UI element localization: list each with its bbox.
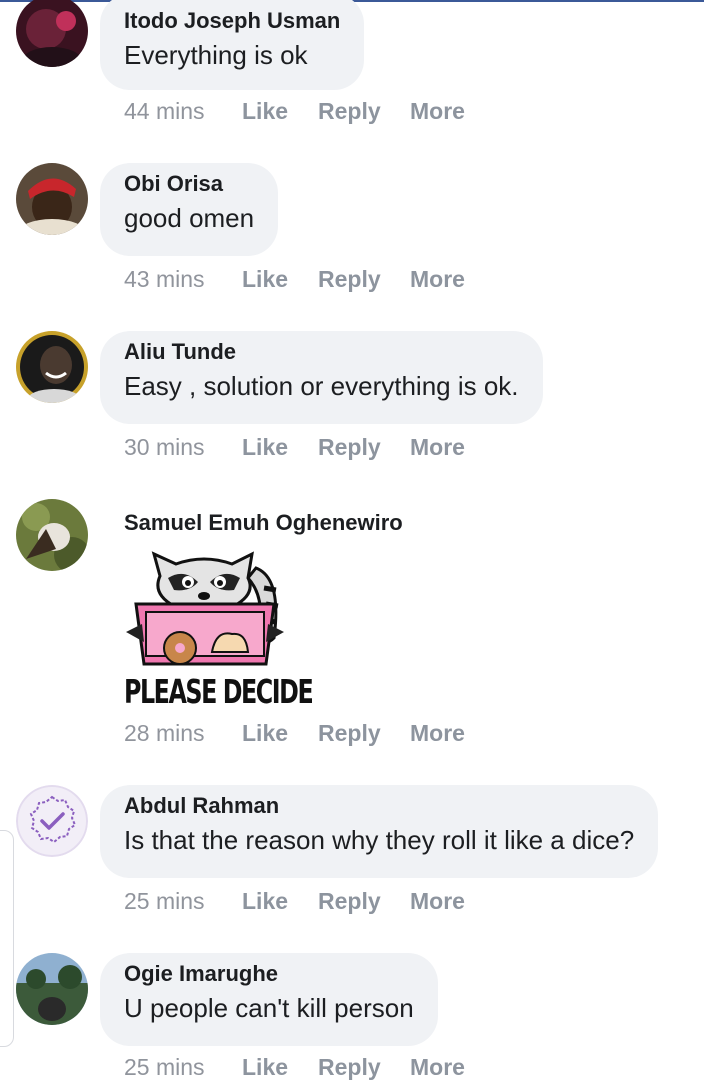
comment-text: Easy , solution or everything is ok. <box>124 371 519 401</box>
reply-button[interactable]: Reply <box>318 433 381 461</box>
more-button[interactable]: More <box>410 1053 465 1081</box>
raccoon-sticker-icon[interactable]: PLEASE DECIDE <box>124 548 314 716</box>
comment-text: Is that the reason why they roll it like… <box>124 825 635 855</box>
reply-button[interactable]: Reply <box>318 265 381 293</box>
side-panel-edge <box>0 830 14 1047</box>
like-button[interactable]: Like <box>242 887 288 915</box>
comment-author[interactable]: Ogie Imarughe <box>124 961 414 987</box>
more-button[interactable]: More <box>410 265 465 293</box>
more-button[interactable]: More <box>410 97 465 125</box>
like-button[interactable]: Like <box>242 433 288 461</box>
reply-button[interactable]: Reply <box>318 97 381 125</box>
comment-author[interactable]: Obi Orisa <box>124 171 254 197</box>
comment-author[interactable]: Abdul Rahman <box>124 793 634 819</box>
comment-bubble: Obi Orisa good omen <box>100 163 279 256</box>
like-button[interactable]: Like <box>242 265 288 293</box>
comment-text: good omen <box>124 203 255 233</box>
comment-bubble: Ogie Imarughe U people can't kill person <box>100 953 438 1046</box>
comment-time[interactable]: 44 mins <box>124 97 205 125</box>
comment-author[interactable]: Aliu Tunde <box>124 339 519 365</box>
more-button[interactable]: More <box>410 719 465 747</box>
like-button[interactable]: Like <box>242 719 288 747</box>
avatar[interactable] <box>16 0 88 67</box>
avatar[interactable] <box>16 785 88 857</box>
comment-time[interactable]: 28 mins <box>124 719 205 747</box>
sticker-caption: PLEASE DECIDE <box>124 672 314 711</box>
comment-bubble: Itodo Joseph Usman Everything is ok <box>100 0 365 90</box>
comment-author[interactable]: Itodo Joseph Usman <box>124 8 340 34</box>
comment-author[interactable]: Samuel Emuh Oghenewiro <box>124 510 403 536</box>
like-button[interactable]: Like <box>242 97 288 125</box>
comment-time[interactable]: 30 mins <box>124 433 205 461</box>
comment-time[interactable]: 43 mins <box>124 265 205 293</box>
avatar[interactable] <box>16 953 88 1025</box>
comment-text: Everything is ok <box>124 40 308 70</box>
reply-button[interactable]: Reply <box>318 719 381 747</box>
avatar[interactable] <box>16 331 88 403</box>
comment-bubble: Abdul Rahman Is that the reason why they… <box>100 785 659 878</box>
reply-button[interactable]: Reply <box>318 1053 381 1081</box>
more-button[interactable]: More <box>410 433 465 461</box>
comment-bubble: Aliu Tunde Easy , solution or everything… <box>100 331 543 424</box>
like-button[interactable]: Like <box>242 1053 288 1081</box>
more-button[interactable]: More <box>410 887 465 915</box>
comment-time[interactable]: 25 mins <box>124 887 205 915</box>
avatar[interactable] <box>16 163 88 235</box>
comment-time[interactable]: 25 mins <box>124 1053 205 1081</box>
avatar[interactable] <box>16 499 88 571</box>
reply-button[interactable]: Reply <box>318 887 381 915</box>
comment-text: U people can't kill person <box>124 993 414 1023</box>
